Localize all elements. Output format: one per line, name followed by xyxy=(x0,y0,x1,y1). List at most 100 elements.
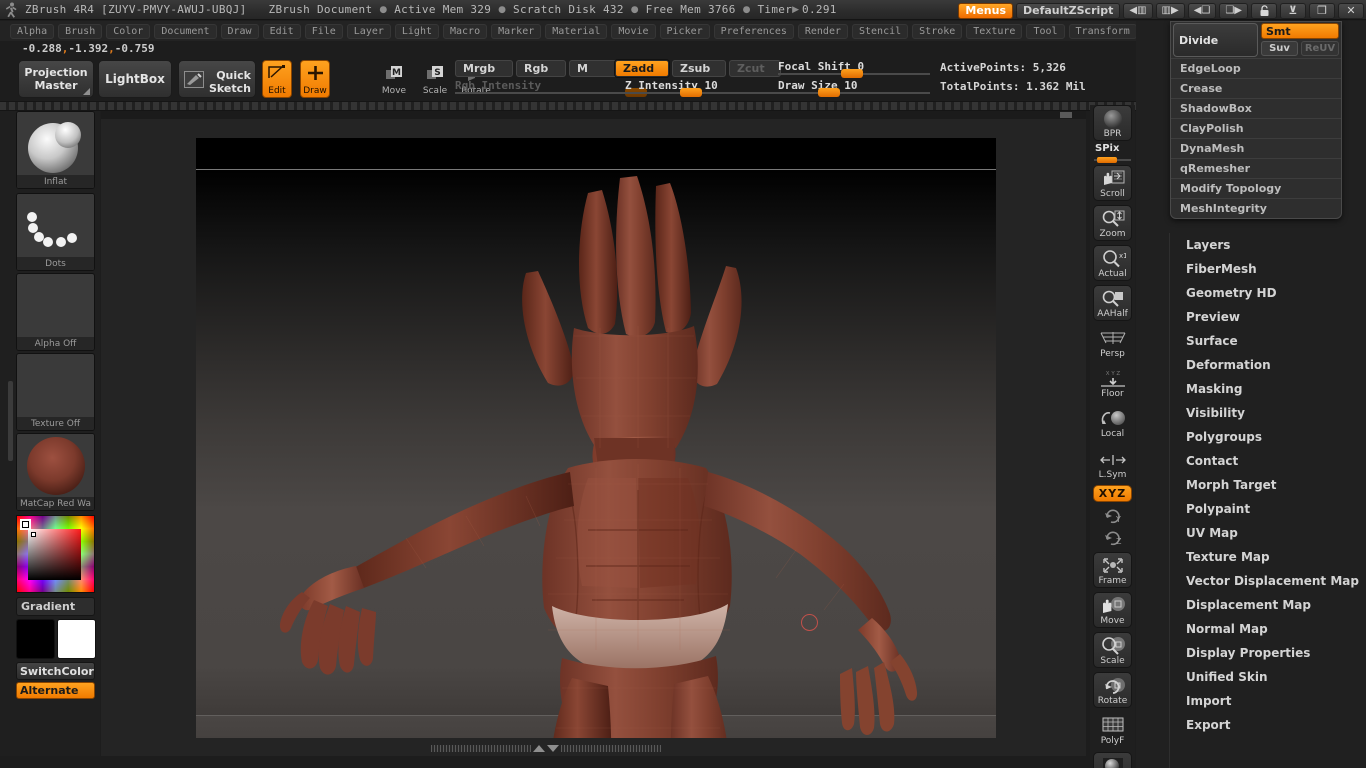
local-symmetry-button[interactable]: L.Sym xyxy=(1093,450,1132,482)
geometry-row-meshintegrity[interactable]: MeshIntegrity xyxy=(1171,198,1341,218)
play-arrow-icon[interactable]: ▶ xyxy=(792,5,799,15)
scale-mode-button[interactable]: S Scale xyxy=(420,60,450,98)
geometry-row-qremesher[interactable]: qRemesher xyxy=(1171,158,1341,178)
reuv-toggle[interactable]: ReUV xyxy=(1301,41,1339,56)
material-sphere-button[interactable] xyxy=(1093,752,1132,768)
tool-menu-item-export[interactable]: Export xyxy=(1170,713,1366,737)
tool-menu-item-displacement-map[interactable]: Displacement Map xyxy=(1170,593,1366,617)
primary-color-swatch[interactable] xyxy=(16,619,55,659)
menu-item-picker[interactable]: Picker xyxy=(659,23,710,39)
geometry-row-claypolish[interactable]: ClayPolish xyxy=(1171,118,1341,138)
alpha-off-cell[interactable]: Alpha Off xyxy=(16,273,95,351)
geometry-row-modify-topology[interactable]: Modify Topology xyxy=(1171,178,1341,198)
menu-item-texture[interactable]: Texture xyxy=(966,23,1023,39)
material-preview-cell[interactable]: MatCap Red Wa xyxy=(16,433,95,511)
suv-toggle[interactable]: Suv xyxy=(1261,41,1298,56)
aahalf-button[interactable]: AAHalf xyxy=(1093,285,1132,321)
zoom-button[interactable]: Zoom xyxy=(1093,205,1132,241)
zcut-button[interactable]: Zcut xyxy=(729,60,781,77)
scroll-button[interactable]: Scroll xyxy=(1093,165,1132,201)
prev-palette-button[interactable]: ◀▥ xyxy=(1123,2,1153,19)
texture-off-cell[interactable]: Texture Off xyxy=(16,353,95,431)
menu-item-draw[interactable]: Draw xyxy=(220,23,259,39)
menu-item-alpha[interactable]: Alpha xyxy=(10,23,55,39)
next-palette-button[interactable]: ▥▶ xyxy=(1155,2,1185,19)
close-button[interactable]: ✕ xyxy=(1338,2,1364,19)
perspective-button[interactable]: Persp xyxy=(1093,325,1132,361)
menu-item-document[interactable]: Document xyxy=(154,23,217,39)
tool-menu-item-polypaint[interactable]: Polypaint xyxy=(1170,497,1366,521)
tool-menu-item-vector-displacement-map[interactable]: Vector Displacement Map xyxy=(1170,569,1366,593)
tool-menu-item-geometry-hd[interactable]: Geometry HD xyxy=(1170,281,1366,305)
smt-toggle[interactable]: Smt xyxy=(1261,23,1339,39)
geometry-row-crease[interactable]: Crease xyxy=(1171,78,1341,98)
menu-item-macro[interactable]: Macro xyxy=(443,23,488,39)
xyz-symmetry-button[interactable]: XYZ xyxy=(1093,485,1132,502)
polyframe-button[interactable]: PolyF xyxy=(1093,712,1132,748)
menu-item-edit[interactable]: Edit xyxy=(262,23,301,39)
tool-menu-item-masking[interactable]: Masking xyxy=(1170,377,1366,401)
secondary-color-swatch[interactable] xyxy=(57,619,96,659)
gradient-button[interactable]: Gradient xyxy=(16,597,95,616)
menu-item-layer[interactable]: Layer xyxy=(346,23,391,39)
document-canvas[interactable] xyxy=(196,138,996,738)
rotate-gizmo-button[interactable]: Rotate xyxy=(1093,672,1132,708)
left-sidebar-scrollbar[interactable] xyxy=(8,381,13,461)
rgb-button[interactable]: Rgb xyxy=(516,60,566,77)
focal-shift-slider[interactable]: Focal Shift 0 xyxy=(778,60,930,79)
zadd-button[interactable]: Zadd xyxy=(615,60,669,77)
edit-mode-button[interactable]: Edit xyxy=(262,60,292,98)
tool-menu-item-texture-map[interactable]: Texture Map xyxy=(1170,545,1366,569)
scrollbar-track-left[interactable] xyxy=(431,745,531,752)
menu-item-light[interactable]: Light xyxy=(394,23,439,39)
frame-button[interactable]: Frame xyxy=(1093,552,1132,588)
canvas-area[interactable] xyxy=(101,111,1086,756)
scrollbar-track-right[interactable] xyxy=(561,745,661,752)
next-window-button[interactable]: ❑▶ xyxy=(1219,2,1248,19)
stroke-preview-cell[interactable]: Dots xyxy=(16,193,95,271)
zsub-button[interactable]: Zsub xyxy=(672,60,726,77)
scale-gizmo-button[interactable]: Scale xyxy=(1093,632,1132,668)
move-mode-button[interactable]: M Move xyxy=(379,60,409,98)
menu-item-movie[interactable]: Movie xyxy=(611,23,656,39)
actual-size-button[interactable]: x1 Actual xyxy=(1093,245,1132,281)
local-transform-button[interactable]: Local xyxy=(1093,405,1132,441)
slider-knob[interactable] xyxy=(680,88,702,97)
color-picker[interactable] xyxy=(16,515,95,593)
menu-item-stencil[interactable]: Stencil xyxy=(852,23,909,39)
projection-master-button[interactable]: Projection Master xyxy=(18,60,94,98)
tool-menu-item-polygroups[interactable]: Polygroups xyxy=(1170,425,1366,449)
sculpt-model[interactable] xyxy=(196,138,996,738)
tool-menu-item-layers[interactable]: Layers xyxy=(1170,233,1366,257)
tool-menu-item-fibermesh[interactable]: FiberMesh xyxy=(1170,257,1366,281)
slider-knob[interactable] xyxy=(818,88,840,97)
rotate-y-button[interactable]: Y xyxy=(1093,504,1132,526)
switch-color-button[interactable]: SwitchColor xyxy=(16,662,95,680)
menu-item-color[interactable]: Color xyxy=(106,23,151,39)
tool-menu-item-surface[interactable]: Surface xyxy=(1170,329,1366,353)
floor-button[interactable]: X Y Z Floor xyxy=(1093,365,1132,401)
scroll-up-arrow-icon[interactable] xyxy=(533,745,545,752)
canvas-horizontal-scrollbar[interactable] xyxy=(431,744,661,753)
spix-slider[interactable] xyxy=(1094,157,1131,163)
tool-menu-item-import[interactable]: Import xyxy=(1170,689,1366,713)
tool-menu-item-morph-target[interactable]: Morph Target xyxy=(1170,473,1366,497)
tool-menu-item-unified-skin[interactable]: Unified Skin xyxy=(1170,665,1366,689)
restore-button[interactable]: ❐ xyxy=(1309,2,1335,19)
menu-item-preferences[interactable]: Preferences xyxy=(713,23,794,39)
lightbox-button[interactable]: LightBox xyxy=(98,60,172,98)
divide-button[interactable]: Divide xyxy=(1173,23,1258,57)
tool-menu-item-preview[interactable]: Preview xyxy=(1170,305,1366,329)
slider-knob[interactable] xyxy=(841,69,863,78)
scroll-down-arrow-icon[interactable] xyxy=(547,745,559,752)
menu-item-file[interactable]: File xyxy=(304,23,343,39)
menu-item-material[interactable]: Material xyxy=(545,23,608,39)
menu-item-stroke[interactable]: Stroke xyxy=(912,23,963,39)
tool-menu-item-visibility[interactable]: Visibility xyxy=(1170,401,1366,425)
prev-window-button[interactable]: ◀❑ xyxy=(1187,2,1217,19)
geometry-row-shadowbox[interactable]: ShadowBox xyxy=(1171,98,1341,118)
menu-item-render[interactable]: Render xyxy=(797,23,848,39)
rotate-z-button[interactable]: Z xyxy=(1093,526,1132,548)
bpr-render-button[interactable]: BPR xyxy=(1093,105,1132,141)
quick-sketch-button[interactable]: Quick Sketch xyxy=(178,60,256,98)
